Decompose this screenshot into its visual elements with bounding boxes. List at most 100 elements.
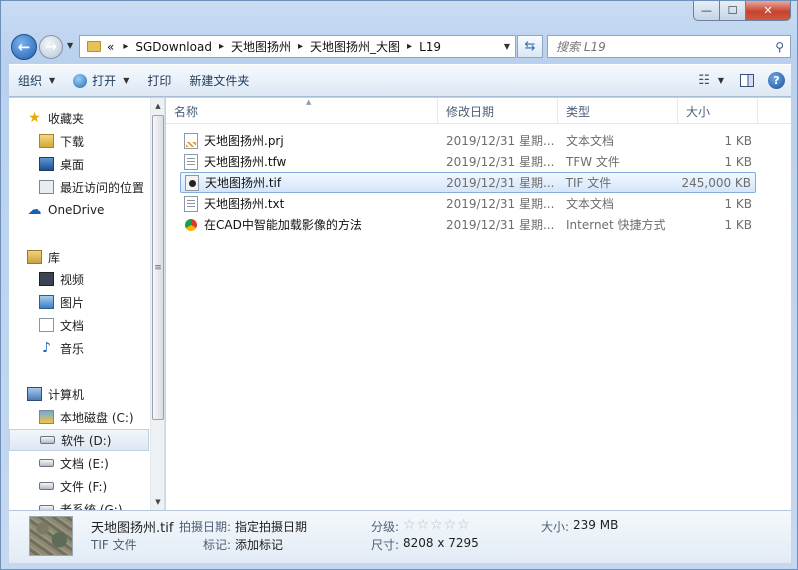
nav-drive-g-label: 老系统 (G:) <box>60 502 123 511</box>
navigation-pane: ★ 收藏夹 下载 桌面 最近访问的位置 ☁ OneDrive 库 视频 图片 文… <box>9 98 165 510</box>
minimize-button[interactable]: — <box>693 1 720 21</box>
downloads-folder-icon <box>39 134 54 148</box>
nav-libraries[interactable]: 库 <box>9 246 60 268</box>
nav-scrollbar[interactable]: ▲ ≡ ▼ <box>150 98 164 510</box>
desktop-icon <box>39 157 54 171</box>
breadcrumb-tianditu-yangzhou[interactable]: 天地图扬州 <box>231 38 291 55</box>
nav-pictures[interactable]: 图片 <box>9 291 84 313</box>
scroll-down-icon[interactable]: ▼ <box>151 494 164 510</box>
column-header-size[interactable]: 大小 <box>678 98 758 124</box>
column-headers: 名称 修改日期 类型 大小 <box>166 98 791 124</box>
breadcrumb-separator-icon[interactable]: ▸ <box>407 41 412 52</box>
address-dropdown-icon[interactable]: ▼ <box>499 42 515 51</box>
file-row-txt[interactable]: 天地图扬州.txt 2019/12/31 星期... 文本文档 1 KB <box>180 193 756 214</box>
toolbar-right: ☷ ▼ ? <box>698 72 791 89</box>
nav-drive-e[interactable]: 文档 (E:) <box>9 452 109 474</box>
file-type: TIF 文件 <box>565 176 612 190</box>
star-outline-icon[interactable]: ☆ <box>417 517 430 533</box>
nav-libraries-label: 库 <box>48 250 61 265</box>
new-folder-button[interactable]: 新建文件夹 <box>180 69 258 93</box>
column-header-date[interactable]: 修改日期 <box>438 98 558 124</box>
nav-onedrive-label: OneDrive <box>48 203 105 217</box>
nav-music[interactable]: ♪ 音乐 <box>9 337 84 359</box>
system-drive-icon <box>39 410 54 424</box>
nav-computer-label: 计算机 <box>48 387 85 402</box>
view-options-icon[interactable]: ☷ <box>698 73 710 88</box>
nav-drive-d[interactable]: 软件 (D:) <box>9 429 149 451</box>
file-row-prj[interactable]: 天地图扬州.prj 2019/12/31 星期... 文本文档 1 KB <box>180 130 756 151</box>
file-type: 文本文档 <box>566 197 615 211</box>
nav-onedrive[interactable]: ☁ OneDrive <box>9 199 105 221</box>
help-icon[interactable]: ? <box>768 72 785 89</box>
nav-documents[interactable]: 文档 <box>9 314 84 336</box>
picture-icon <box>39 295 54 309</box>
date-taken-value[interactable]: 指定拍摄日期 <box>235 518 307 535</box>
breadcrumb-sgdownload[interactable]: SGDownload <box>135 40 212 54</box>
back-button[interactable]: ← <box>11 34 37 60</box>
star-outline-icon[interactable]: ☆ <box>457 517 470 533</box>
nav-favorites[interactable]: ★ 收藏夹 <box>9 107 84 129</box>
preview-pane-icon[interactable] <box>740 74 754 87</box>
column-header-type[interactable]: 类型 <box>558 98 678 124</box>
file-date: 2019/12/31 星期... <box>446 134 555 148</box>
date-taken-label: 拍摄日期: <box>179 520 232 534</box>
libraries-icon <box>27 250 42 264</box>
recent-pages-dropdown[interactable]: ▼ <box>67 41 73 50</box>
cloud-icon: ☁ <box>27 202 42 218</box>
breadcrumb-large-map[interactable]: 天地图扬州_大图 <box>310 38 400 55</box>
address-bar[interactable]: « ▸ SGDownload ▸ 天地图扬州 ▸ 天地图扬州_大图 ▸ L19 … <box>79 35 516 58</box>
nav-videos[interactable]: 视频 <box>9 268 84 290</box>
nav-drive-f[interactable]: 文件 (F:) <box>9 475 107 497</box>
breadcrumb-separator-icon[interactable]: ▸ <box>219 41 224 52</box>
file-row-url[interactable]: 在CAD中智能加载影像的方法 2019/12/31 星期... Internet… <box>180 214 756 235</box>
breadcrumb-separator-icon[interactable]: ▸ <box>298 41 303 52</box>
nav-drive-c[interactable]: 本地磁盘 (C:) <box>9 406 134 428</box>
computer-icon <box>27 387 42 401</box>
nav-drive-g[interactable]: 老系统 (G:) <box>9 498 123 510</box>
nav-recent-places[interactable]: 最近访问的位置 <box>9 176 144 198</box>
open-button[interactable]: 打开 ▼ <box>64 69 138 93</box>
view-dropdown-icon[interactable]: ▼ <box>718 76 724 85</box>
forward-button[interactable]: → <box>39 35 63 59</box>
file-row-tfw[interactable]: 天地图扬州.tfw 2019/12/31 星期... TFW 文件 1 KB <box>180 151 756 172</box>
file-name: 天地图扬州.prj <box>204 134 284 148</box>
file-name: 在CAD中智能加载影像的方法 <box>204 218 362 232</box>
file-size: 1 KB <box>724 217 752 232</box>
star-outline-icon[interactable]: ☆ <box>403 517 416 533</box>
nav-downloads-label: 下载 <box>60 134 85 149</box>
refresh-button[interactable]: ⇆ <box>517 35 543 58</box>
nav-drive-d-label: 软件 (D:) <box>61 433 112 448</box>
nav-recent-label: 最近访问的位置 <box>60 180 145 195</box>
file-row-tif[interactable]: 天地图扬州.tif 2019/12/31 星期... TIF 文件 245,00… <box>180 172 756 193</box>
drive-icon <box>40 436 55 444</box>
close-button[interactable]: ✕ <box>746 1 791 21</box>
maximize-button[interactable]: ☐ <box>720 1 746 21</box>
breadcrumb-separator-icon[interactable]: ▸ <box>123 41 128 52</box>
nav-drive-e-label: 文档 (E:) <box>60 456 109 471</box>
nav-videos-label: 视频 <box>60 272 85 287</box>
search-icon[interactable]: ⚲ <box>775 40 784 54</box>
nav-music-label: 音乐 <box>60 341 85 356</box>
search-box[interactable]: ⚲ <box>547 35 791 58</box>
rating-stars[interactable]: ☆ ☆ ☆ ☆ ☆ <box>403 517 471 533</box>
print-label: 打印 <box>147 74 172 88</box>
star-outline-icon[interactable]: ☆ <box>444 517 457 533</box>
search-input[interactable] <box>556 39 756 54</box>
nav-desktop[interactable]: 桌面 <box>9 153 84 175</box>
column-header-name[interactable]: 名称 <box>166 98 438 124</box>
scroll-thumb[interactable]: ≡ <box>152 115 164 420</box>
file-date: 2019/12/31 星期... <box>446 218 555 232</box>
file-size: 1 KB <box>724 196 752 211</box>
file-date: 2019/12/31 星期... <box>446 176 555 190</box>
organize-button[interactable]: 组织 ▼ <box>9 69 64 93</box>
arrow-left-icon: ← <box>17 38 31 56</box>
breadcrumb-l19[interactable]: L19 <box>419 40 441 54</box>
recent-places-icon <box>39 180 54 194</box>
breadcrumb-overflow[interactable]: « <box>107 40 114 54</box>
scroll-up-icon[interactable]: ▲ <box>151 98 164 114</box>
nav-downloads[interactable]: 下载 <box>9 130 84 152</box>
tags-value[interactable]: 添加标记 <box>235 536 283 553</box>
print-button[interactable]: 打印 <box>138 69 180 93</box>
nav-computer[interactable]: 计算机 <box>9 383 84 405</box>
star-outline-icon[interactable]: ☆ <box>430 517 443 533</box>
